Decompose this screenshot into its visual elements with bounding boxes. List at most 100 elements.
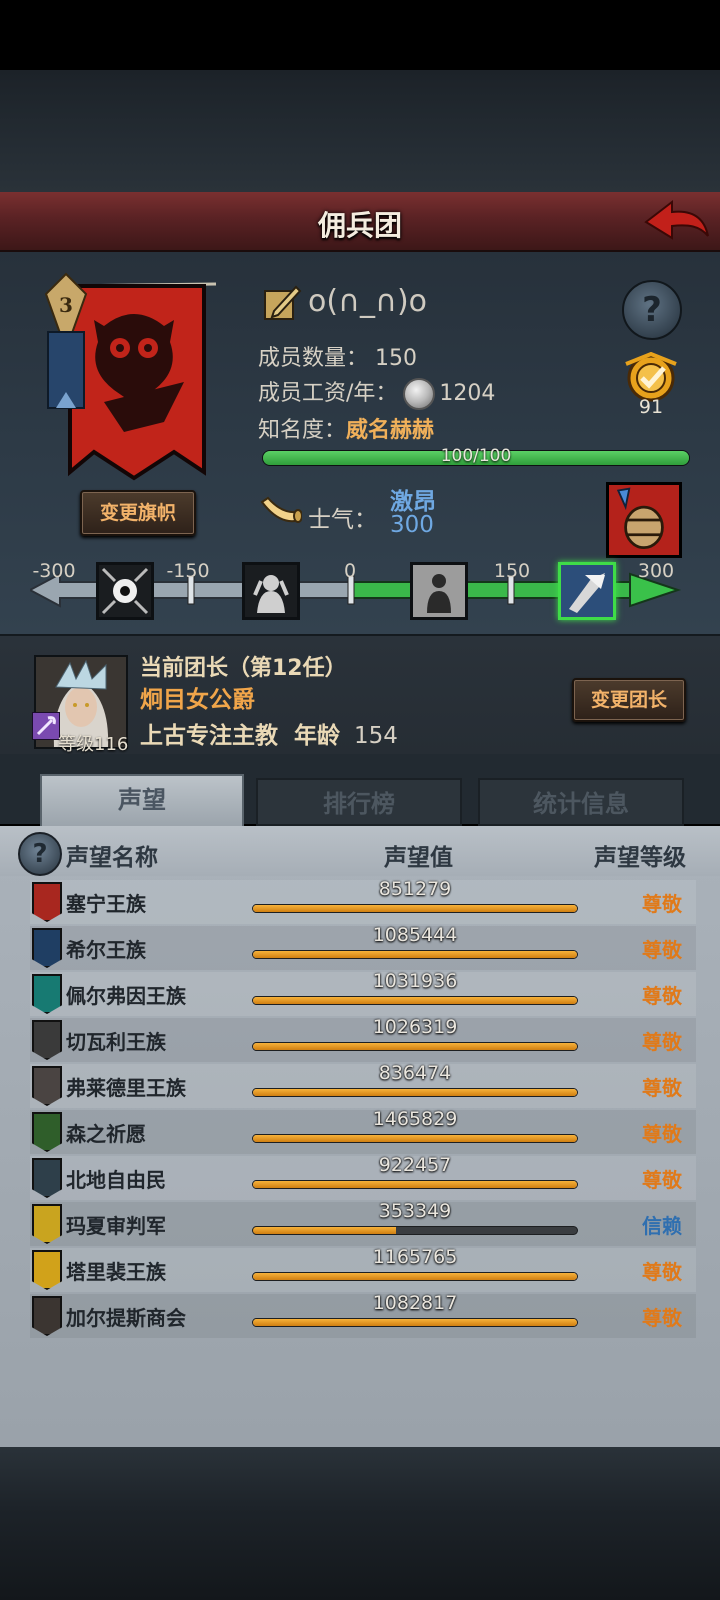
leader-age-value: 154: [354, 723, 398, 749]
table-row[interactable]: 塔里裴王族 1165765 尊敬: [30, 1246, 696, 1292]
reputation-bar-fill: [253, 1089, 577, 1096]
title-bar: 佣兵团: [0, 192, 720, 252]
scale-label-minus-300: -300: [32, 560, 76, 582]
page-title: 佣兵团: [317, 209, 402, 242]
reputation-level: 尊敬: [642, 1260, 682, 1284]
reputation-bar: [252, 1318, 578, 1327]
reputation-bar: [252, 1226, 578, 1235]
reputation-bar-fill: [253, 1135, 577, 1142]
scale-label-plus-300: 300: [637, 560, 675, 582]
leader-title: 当前团长（第12任）: [140, 656, 347, 681]
morale-calm-icon[interactable]: [410, 562, 468, 620]
reputation-value: 1165765: [372, 1246, 458, 1268]
morale-elated-icon[interactable]: [558, 562, 616, 620]
col-header-level: 声望等级: [594, 845, 686, 871]
table-row[interactable]: 塞宁王族 851279 尊敬: [30, 878, 696, 924]
faction-name: 森之祈愿: [66, 1122, 146, 1146]
reputation-bar-fill: [253, 905, 577, 912]
change-leader-button[interactable]: 变更团长: [572, 678, 686, 722]
table-row[interactable]: 切瓦利王族 1026319 尊敬: [30, 1016, 696, 1062]
help-button[interactable]: ?: [622, 280, 682, 340]
reputation-value: 1465829: [372, 1108, 458, 1130]
leader-details: 上古专注主教 年龄 154: [140, 716, 398, 750]
salary-value: 1204: [439, 381, 496, 406]
fame-row: 知名度：威名赫赫: [258, 412, 434, 444]
back-arrow-icon[interactable]: [642, 196, 712, 248]
faction-crest-icon: [32, 974, 62, 1014]
faction-crest-icon: [32, 928, 62, 968]
reputation-value: 922457: [378, 1154, 452, 1176]
faction-crest-icon: [32, 1296, 62, 1336]
reputation-level: 尊敬: [642, 938, 682, 962]
salary-label: 成员工资/年：: [258, 381, 398, 406]
scale-label-zero: 0: [343, 560, 357, 582]
top-background: [0, 70, 720, 192]
members-row: 成员数量： 150: [258, 340, 417, 372]
reputation-level: 尊敬: [642, 1076, 682, 1100]
members-value: 150: [375, 346, 418, 371]
reputation-value: 1026319: [372, 1016, 458, 1038]
faction-name: 加尔提斯商会: [66, 1306, 186, 1330]
faction-name: 塞宁王族: [66, 892, 146, 916]
faction-name: 玛夏审判军: [66, 1214, 166, 1238]
reputation-value: 1082817: [372, 1292, 458, 1314]
tab-leaderboard[interactable]: 排行榜: [256, 778, 462, 826]
rank-crest-icon: 3: [44, 272, 88, 409]
table-row[interactable]: 佩尔弗因王族 1031936 尊敬: [30, 970, 696, 1016]
reputation-level: 尊敬: [642, 1122, 682, 1146]
reputation-bar-fill: [253, 951, 577, 958]
tab-statistics[interactable]: 统计信息: [478, 778, 684, 826]
morale-label: 士气：: [308, 507, 377, 533]
morale-despair-icon[interactable]: [96, 562, 154, 620]
reputation-bar-fill: [253, 1227, 396, 1234]
col-header-value: 声望值: [384, 845, 453, 871]
change-banner-button[interactable]: 变更旗帜: [80, 490, 196, 536]
faction-crest-icon: [32, 1204, 62, 1244]
morale-fear-icon[interactable]: [242, 562, 300, 620]
tab-reputation[interactable]: 声望: [40, 774, 244, 828]
faction-name: 佩尔弗因王族: [66, 984, 186, 1008]
reputation-level: 尊敬: [642, 984, 682, 1008]
reputation-bar: [252, 1180, 578, 1189]
morale-state: 激昂: [390, 489, 436, 515]
morale-scale: -300 -150 0 150 300: [30, 560, 690, 630]
reputation-value: 836474: [378, 1062, 452, 1084]
leader-name: 炯目女公爵: [140, 687, 255, 713]
leader-age-label: 年龄: [294, 723, 341, 749]
table-row[interactable]: 弗莱德里王族 836474 尊敬: [30, 1062, 696, 1108]
horn-icon: [260, 496, 302, 523]
faction-crest-icon: [32, 1020, 62, 1060]
reputation-value: 353349: [378, 1200, 452, 1222]
bottom-background: [0, 1447, 720, 1600]
reputation-bar-fill: [253, 1181, 577, 1188]
table-row[interactable]: 希尔王族 1085444 尊敬: [30, 924, 696, 970]
reputation-bar: [252, 950, 578, 959]
reputation-bar-fill: [253, 1319, 577, 1326]
reputation-bar: [252, 1088, 578, 1097]
reputation-level: 尊敬: [642, 892, 682, 916]
reputation-bar: [252, 904, 578, 913]
barrel-supply-icon[interactable]: [606, 482, 682, 558]
table-row[interactable]: 森之祈愿 1465829 尊敬: [30, 1108, 696, 1154]
reputation-help-button[interactable]: ?: [18, 832, 62, 876]
guild-banner: 3: [44, 272, 217, 481]
edit-name-icon[interactable]: [262, 283, 302, 323]
scale-label-plus-150: 150: [493, 560, 531, 582]
table-row[interactable]: 北地自由民 922457 尊敬: [30, 1154, 696, 1200]
faction-crest-icon: [32, 1066, 62, 1106]
reputation-bar: [252, 1042, 578, 1051]
reputation-level: 尊敬: [642, 1168, 682, 1192]
fame-value: 威名赫赫: [346, 418, 435, 443]
fame-progress-text: 100/100: [440, 446, 512, 466]
col-header-name: 声望名称: [66, 845, 158, 871]
reputation-bar-fill: [253, 1043, 577, 1050]
faction-crest-icon: [32, 882, 62, 922]
table-row[interactable]: 玛夏审判军 353349 信赖: [30, 1200, 696, 1246]
faction-name: 弗莱德里王族: [66, 1076, 186, 1100]
leader-level: 等级116: [58, 734, 129, 755]
reputation-bar: [252, 996, 578, 1005]
faction-crest-icon: [32, 1158, 62, 1198]
morale-value: 300: [390, 512, 434, 538]
table-row[interactable]: 加尔提斯商会 1082817 尊敬: [30, 1292, 696, 1338]
fame-label: 知名度：: [258, 418, 347, 443]
